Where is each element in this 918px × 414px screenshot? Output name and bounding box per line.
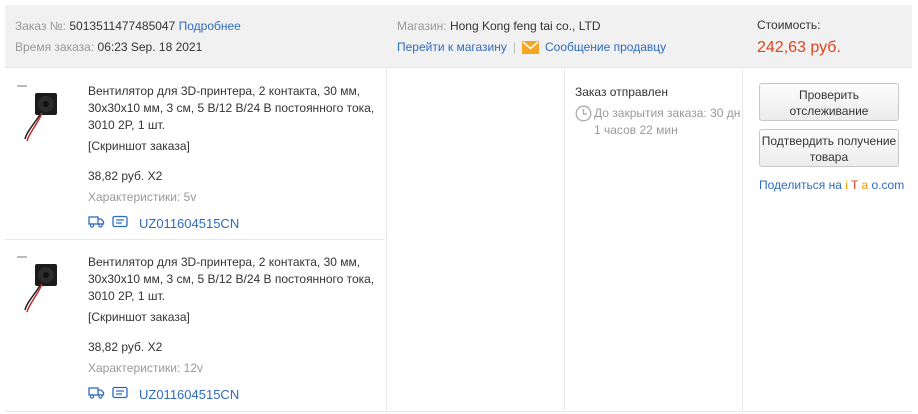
delivery-truck-icon bbox=[88, 215, 105, 231]
countdown-text: До закрытия заказа: 30 дн 1 часов 22 мин bbox=[594, 106, 741, 137]
share-brand: i T a o.com bbox=[845, 178, 904, 192]
store-links-row: Перейти к магазину | Сообщение продавцу bbox=[397, 37, 666, 61]
tracking-row: UZ011604515CN bbox=[88, 383, 378, 405]
product-thumbnail[interactable] bbox=[17, 254, 67, 316]
order-body: Вентилятор для 3D-принтера, 2 контакта, … bbox=[5, 69, 912, 412]
link-separator: | bbox=[512, 40, 516, 54]
store-name: Hong Kong feng tai co., LTD bbox=[449, 19, 601, 33]
clock-icon bbox=[575, 105, 592, 127]
order-number: 5013511477485047 bbox=[69, 19, 176, 33]
delivery-truck-icon bbox=[88, 386, 105, 402]
cost-value: 242,63 руб. bbox=[757, 39, 841, 56]
order-card: Заказ №: 5013511477485047 Подробнее Врем… bbox=[0, 0, 918, 414]
goto-store-link[interactable]: Перейти к магазину bbox=[397, 40, 507, 54]
order-bottom-border bbox=[5, 411, 912, 412]
order-time-row: Время заказа: 06:23 Sep. 18 2021 bbox=[15, 37, 241, 58]
tracking-row: UZ011604515CN bbox=[88, 212, 378, 234]
store-info: Магазин: Hong Kong feng tai co., LTD Пер… bbox=[397, 16, 666, 61]
tracking-card-icon bbox=[112, 386, 128, 402]
column-divider bbox=[564, 69, 565, 412]
product-info: Вентилятор для 3D-принтера, 2 контакта, … bbox=[88, 254, 378, 405]
tracking-card-icon bbox=[112, 215, 128, 231]
store-label: Магазин: bbox=[397, 19, 447, 33]
order-snapshot-link[interactable]: [Скриншот заказа] bbox=[88, 138, 378, 155]
product-thumbnail[interactable] bbox=[17, 83, 67, 145]
share-link[interactable]: Поделиться на i T a o.com bbox=[759, 177, 904, 193]
order-time-label: Время заказа: bbox=[15, 40, 95, 54]
cost-label: Стоимость: bbox=[757, 18, 821, 32]
order-countdown: До закрытия заказа: 30 дн 1 часов 22 мин bbox=[575, 105, 745, 139]
order-number-row: Заказ №: 5013511477485047 Подробнее bbox=[15, 16, 241, 37]
order-item: Вентилятор для 3D-принтера, 2 контакта, … bbox=[5, 240, 386, 410]
share-prefix: Поделиться на bbox=[759, 178, 842, 192]
share-brand-part: o.com bbox=[871, 178, 905, 192]
share-brand-part: i bbox=[845, 178, 848, 192]
share-brand-part: T bbox=[851, 178, 859, 192]
product-title[interactable]: Вентилятор для 3D-принтера, 2 контакта, … bbox=[88, 254, 378, 305]
check-tracking-button[interactable]: Проверить отслеживание bbox=[759, 83, 899, 121]
price-quantity: 38,82 руб. X2 bbox=[88, 340, 163, 354]
envelope-icon bbox=[522, 40, 539, 61]
product-attributes: Характеристики: 12v bbox=[88, 361, 203, 375]
tracking-number[interactable]: UZ011604515CN bbox=[139, 216, 239, 231]
tracking-number[interactable]: UZ011604515CN bbox=[139, 387, 239, 402]
order-snapshot-link[interactable]: [Скриншот заказа] bbox=[88, 309, 378, 326]
message-seller-link[interactable]: Сообщение продавцу bbox=[522, 40, 666, 54]
order-meta: Заказ №: 5013511477485047 Подробнее Врем… bbox=[15, 16, 241, 58]
order-status: Заказ отправлен До закрытия заказа: 30 д… bbox=[575, 84, 745, 139]
price-quantity: 38,82 руб. X2 bbox=[88, 169, 163, 183]
product-title[interactable]: Вентилятор для 3D-принтера, 2 контакта, … bbox=[88, 83, 378, 134]
order-details-link[interactable]: Подробнее bbox=[179, 19, 241, 33]
product-attributes: Характеристики: 5v bbox=[88, 190, 197, 204]
confirm-receipt-button[interactable]: Подтвердить получение товара bbox=[759, 129, 899, 167]
store-row: Магазин: Hong Kong feng tai co., LTD bbox=[397, 16, 666, 37]
order-number-label: Заказ №: bbox=[15, 19, 67, 33]
order-actions: Проверить отслеживание Подтвердить получ… bbox=[759, 83, 904, 193]
order-cost: Стоимость: 242,63 руб. bbox=[757, 15, 841, 60]
message-seller-label: Сообщение продавцу bbox=[545, 40, 667, 54]
status-text: Заказ отправлен bbox=[575, 85, 668, 99]
product-info: Вентилятор для 3D-принтера, 2 контакта, … bbox=[88, 83, 378, 234]
share-brand-part: a bbox=[861, 178, 869, 192]
column-divider bbox=[386, 69, 387, 412]
order-item: Вентилятор для 3D-принтера, 2 контакта, … bbox=[5, 69, 386, 239]
order-time: 06:23 Sep. 18 2021 bbox=[97, 40, 203, 54]
order-header: Заказ №: 5013511477485047 Подробнее Врем… bbox=[5, 5, 912, 68]
